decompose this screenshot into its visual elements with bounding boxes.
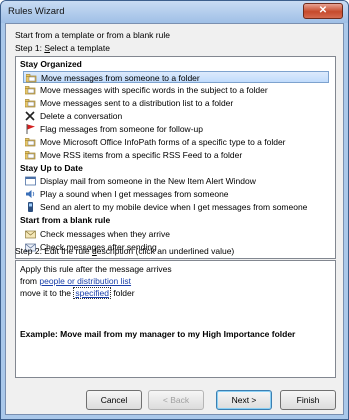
template-item[interactable]: Check messages when they arrive — [23, 228, 329, 240]
template-list[interactable]: Stay Organized Move messages from someon… — [15, 56, 336, 259]
folder-move-icon — [25, 86, 36, 95]
finish-button[interactable]: Finish — [280, 390, 336, 410]
cancel-button[interactable]: Cancel — [86, 390, 142, 410]
step2-label: Step 2: Edit the rule description (click… — [15, 246, 235, 256]
people-or-distribution-list-link[interactable]: people or distribution list — [39, 276, 131, 286]
template-item[interactable]: Display mail from someone in the New Ite… — [23, 175, 329, 187]
group-heading-blank-rule: Start from a blank rule — [20, 215, 111, 225]
title-bar[interactable]: Rules Wizard ✕ — [1, 1, 348, 23]
folder-move-icon — [25, 99, 36, 108]
rule-move-line: move it to the specified folder — [20, 287, 135, 299]
group-heading-stay-up-to-date: Stay Up to Date — [20, 163, 83, 173]
template-item[interactable]: Play a sound when I get messages from so… — [23, 188, 329, 200]
wizard-body: Start from a template or from a blank ru… — [5, 23, 344, 415]
rule-description-box: Apply this rule after the message arrive… — [15, 260, 336, 378]
intro-text: Start from a template or from a blank ru… — [15, 30, 170, 40]
rule-from-line: from people or distribution list — [20, 276, 132, 286]
template-item-label: Move messages sent to a distribution lis… — [40, 98, 234, 108]
folder-move-icon — [26, 74, 37, 83]
template-item[interactable]: Flag messages from someone for follow-up — [23, 123, 329, 135]
template-item-label: Send an alert to my mobile device when I… — [40, 202, 308, 212]
template-item-label: Display mail from someone in the New Ite… — [40, 176, 256, 186]
template-item[interactable]: Delete a conversation — [23, 110, 329, 122]
template-item-label: Flag messages from someone for follow-up — [40, 124, 203, 134]
template-item-label: Move messages with specific words in the… — [40, 85, 268, 95]
close-button[interactable]: ✕ — [303, 3, 343, 19]
template-item[interactable]: Move messages sent to a distribution lis… — [23, 97, 329, 109]
back-button[interactable]: < Back — [148, 390, 204, 410]
specified-folder-link[interactable]: specified — [73, 287, 111, 299]
mobile-device-icon — [28, 202, 33, 212]
rules-wizard-window: Rules Wizard ✕ Start from a template or … — [0, 0, 349, 420]
template-item-label: Check messages when they arrive — [40, 229, 170, 239]
alert-window-icon — [25, 176, 36, 186]
template-item-label: Move RSS items from a specific RSS Feed … — [40, 150, 243, 160]
envelope-icon — [25, 230, 36, 239]
template-item[interactable]: Send an alert to my mobile device when I… — [23, 201, 329, 213]
template-item-label: Move Microsoft Office InfoPath forms of … — [40, 137, 286, 147]
template-item[interactable]: Move messages with specific words in the… — [23, 84, 329, 96]
template-item[interactable]: Move RSS items from a specific RSS Feed … — [23, 149, 329, 161]
delete-x-icon — [25, 111, 35, 121]
group-heading-stay-organized: Stay Organized — [20, 59, 82, 69]
folder-move-icon — [25, 138, 36, 147]
next-button[interactable]: Next > — [216, 390, 272, 410]
rule-example-text: Example: Move mail from my manager to my… — [20, 329, 296, 339]
template-item[interactable]: Move messages from someone to a folder — [23, 71, 329, 83]
speaker-icon — [26, 190, 35, 198]
folder-move-icon — [25, 151, 36, 160]
red-flag-icon — [26, 124, 35, 134]
step1-label: Step 1: Select a template — [15, 43, 110, 53]
window-title: Rules Wizard — [8, 6, 65, 17]
template-item-label: Move messages from someone to a folder — [41, 73, 200, 83]
rule-condition-text: Apply this rule after the message arrive… — [20, 264, 172, 274]
template-item-label: Play a sound when I get messages from so… — [40, 189, 229, 199]
template-item-label: Delete a conversation — [40, 111, 123, 121]
template-item[interactable]: Move Microsoft Office InfoPath forms of … — [23, 136, 329, 148]
